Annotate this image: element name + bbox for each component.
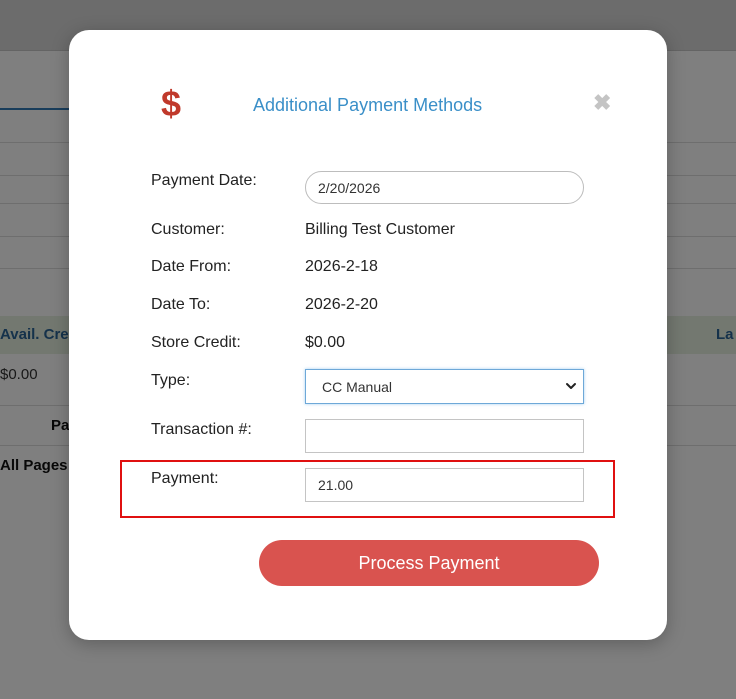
date-from-value: 2026-2-18 (305, 258, 378, 275)
store-credit-value: $0.00 (305, 334, 346, 351)
customer-label: Customer: (151, 221, 225, 238)
process-payment-button[interactable]: Process Payment (259, 540, 599, 586)
date-to-label: Date To: (151, 296, 211, 313)
chevron-down-icon (566, 383, 576, 389)
type-select[interactable]: CC Manual (305, 369, 584, 404)
payment-date-input[interactable] (305, 171, 584, 204)
payment-modal: $ Additional Payment Methods ✖ Payment D… (69, 30, 667, 640)
modal-title: Additional Payment Methods (253, 95, 483, 115)
dollar-icon: $ (161, 83, 182, 124)
payment-date-label: Payment Date: (151, 172, 257, 189)
date-to-value: 2026-2-20 (305, 296, 378, 313)
transaction-label: Transaction #: (151, 421, 252, 438)
date-from-label: Date From: (151, 258, 232, 275)
type-select-value: CC Manual (322, 379, 393, 395)
customer-value: Billing Test Customer (305, 221, 455, 238)
type-label: Type: (151, 372, 191, 389)
close-icon[interactable]: ✖ (593, 92, 611, 114)
payment-input[interactable] (305, 468, 584, 502)
transaction-input[interactable] (305, 419, 584, 453)
store-credit-label: Store Credit: (151, 334, 241, 351)
payment-label: Payment: (151, 470, 219, 487)
